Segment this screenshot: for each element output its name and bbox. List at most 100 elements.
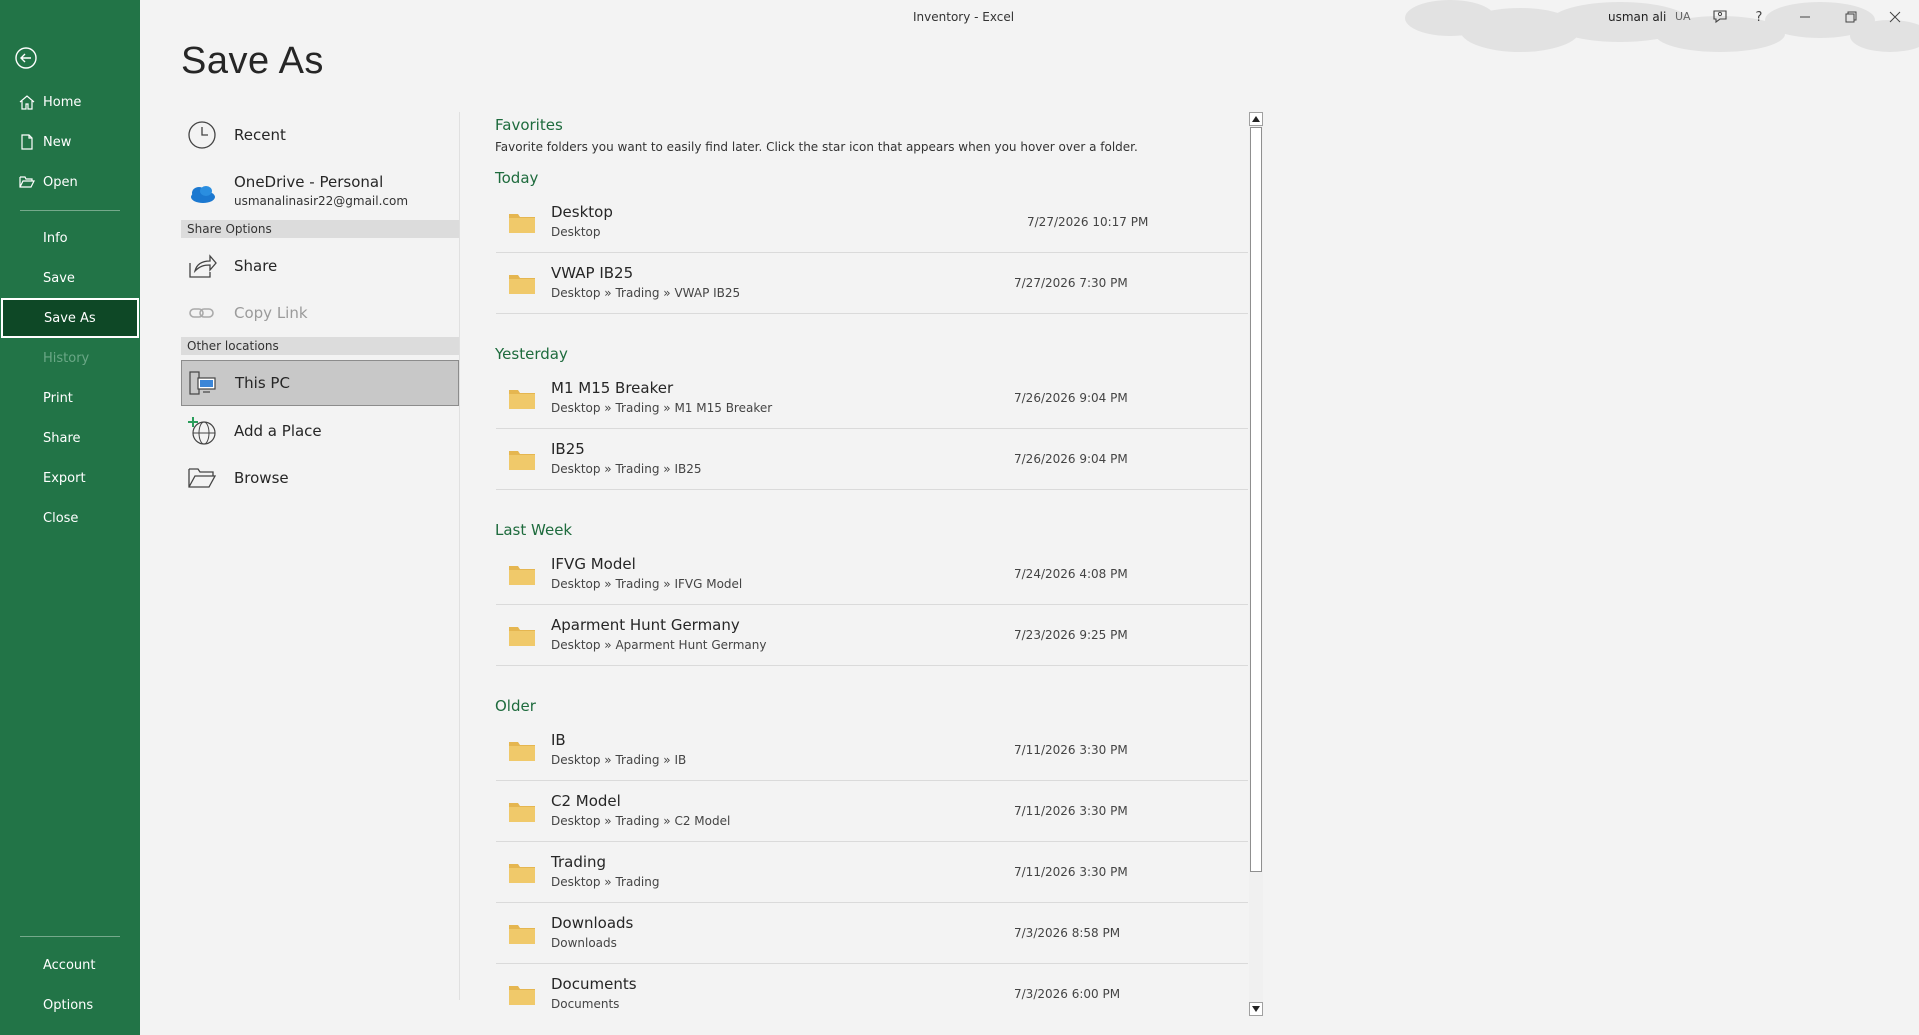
nav-open-label: Open	[43, 174, 78, 190]
folder-icon	[509, 451, 535, 470]
folder-modified-date: 7/11/2026 3:30 PM	[1014, 804, 1128, 818]
nav-close-label: Close	[43, 510, 79, 526]
folder-row[interactable]: Trading Desktop » Trading 7/11/2026 3:30 P…	[496, 842, 1248, 903]
location-add-place[interactable]: Add a Place	[181, 408, 459, 454]
folder-row[interactable]: IB Desktop » Trading » IB 7/11/2026 3:30 P…	[496, 720, 1248, 781]
back-button[interactable]	[14, 46, 40, 72]
folder-modified-date: 7/11/2026 3:30 PM	[1014, 743, 1128, 757]
folder-modified-date: 7/26/2026 9:04 PM	[1014, 391, 1128, 405]
nav-new-label: New	[43, 134, 72, 150]
folder-icon	[509, 566, 535, 585]
folder-path: Desktop » Trading » C2 Model	[551, 814, 731, 828]
restore-button[interactable]	[1840, 6, 1862, 28]
location-recent[interactable]: Recent	[181, 112, 459, 158]
folder-icon	[509, 275, 535, 294]
nav-share[interactable]: Share	[0, 418, 140, 458]
group-header-yesterday: Yesterday	[495, 345, 568, 363]
location-browse[interactable]: Browse	[181, 455, 459, 501]
nav-open[interactable]: Open	[0, 162, 140, 202]
clock-icon	[188, 121, 216, 149]
folder-row[interactable]: C2 Model Desktop » Trading » C2 Model 7/11…	[496, 781, 1248, 842]
nav-save[interactable]: Save	[0, 258, 140, 298]
folder-modified-date: 7/27/2026 10:17 PM	[1027, 215, 1149, 229]
help-icon: ?	[1755, 9, 1763, 25]
window-title: Inventory - Excel	[913, 10, 1015, 24]
minimize-icon	[1800, 16, 1810, 18]
folder-name: Desktop	[551, 203, 613, 221]
pane-divider	[459, 112, 460, 1000]
nav-save-as[interactable]: Save As	[1, 298, 139, 338]
folder-name: M1 M15 Breaker	[551, 379, 674, 397]
folder-icon	[509, 214, 535, 233]
folder-row[interactable]: IB25 Desktop » Trading » IB25 7/26/2026 9:…	[496, 429, 1248, 490]
folder-modified-date: 7/27/2026 7:30 PM	[1014, 276, 1128, 290]
group-header-older: Older	[495, 697, 536, 715]
folder-list: Favorites Favorite folders you want to e…	[494, 112, 1249, 1012]
nav-options[interactable]: Options	[0, 985, 140, 1025]
new-document-icon	[21, 134, 33, 150]
folder-path: Desktop » Trading » IB25	[551, 462, 702, 476]
folder-modified-date: 7/11/2026 3:30 PM	[1014, 865, 1128, 879]
scroll-down-button[interactable]	[1249, 1002, 1263, 1016]
scroll-thumb[interactable]	[1250, 127, 1262, 872]
user-name[interactable]: usman ali	[1608, 10, 1666, 24]
folder-name: Downloads	[551, 914, 634, 932]
location-onedrive[interactable]: OneDrive - Personal usmanalinasir22@gmai…	[181, 168, 459, 218]
nav-export[interactable]: Export	[0, 458, 140, 498]
minimize-button[interactable]	[1794, 6, 1816, 28]
nav-account-label: Account	[43, 957, 96, 973]
help-button[interactable]: ?	[1748, 6, 1770, 28]
nav-divider-bottom	[20, 936, 120, 937]
folder-icon	[509, 803, 535, 822]
folder-icon	[509, 864, 535, 883]
feedback-button[interactable]	[1709, 6, 1731, 28]
nav-home[interactable]: Home	[0, 82, 140, 122]
nav-info-label: Info	[43, 230, 68, 246]
folder-modified-date: 7/24/2026 4:08 PM	[1014, 567, 1128, 581]
nav-print[interactable]: Print	[0, 378, 140, 418]
favorites-header: Favorites	[495, 116, 563, 134]
folder-name: Trading	[551, 853, 607, 871]
location-browse-label: Browse	[234, 469, 289, 487]
nav-options-label: Options	[43, 997, 94, 1013]
user-initials-avatar[interactable]: UA	[1675, 10, 1691, 23]
location-share[interactable]: Share	[181, 243, 459, 289]
folder-modified-date: 7/26/2026 9:04 PM	[1014, 452, 1128, 466]
folder-path: Desktop » Trading » VWAP IB25	[551, 286, 741, 300]
location-recent-label: Recent	[234, 126, 286, 144]
favorites-description: Favorite folders you want to easily find…	[495, 140, 1138, 154]
nav-close[interactable]: Close	[0, 498, 140, 538]
browse-folder-icon	[188, 468, 217, 488]
close-window-button[interactable]	[1884, 6, 1906, 28]
folder-modified-date: 7/3/2026 8:58 PM	[1014, 926, 1121, 940]
folder-row[interactable]: Downloads Downloads 7/3/2026 8:58 PM	[496, 903, 1248, 964]
nav-new[interactable]: New	[0, 122, 140, 162]
folder-path: Desktop » Trading » IFVG Model	[551, 577, 743, 591]
onedrive-title: OneDrive - Personal	[234, 173, 384, 191]
folder-name: VWAP IB25	[551, 264, 634, 282]
feedback-icon	[1713, 10, 1727, 24]
folder-path: Desktop » Trading » M1 M15 Breaker	[551, 401, 773, 415]
group-header-last-week: Last Week	[495, 521, 573, 539]
location-copy-link: Copy Link	[181, 290, 459, 336]
scroll-up-button[interactable]	[1249, 112, 1263, 126]
folder-row[interactable]: Aparment Hunt Germany Desktop » Aparment …	[496, 605, 1248, 666]
nav-account[interactable]: Account	[0, 945, 140, 985]
scrollbar[interactable]	[1249, 112, 1263, 1016]
folder-name: IFVG Model	[551, 555, 636, 573]
folder-row[interactable]: M1 M15 Breaker Desktop » Trading » M1 M15…	[496, 368, 1248, 429]
folder-row[interactable]: IFVG Model Desktop » Trading » IFVG Model…	[496, 544, 1248, 605]
home-icon	[19, 95, 35, 110]
nav-save-label: Save	[43, 270, 75, 286]
folder-icon	[509, 390, 535, 409]
nav-info[interactable]: Info	[0, 218, 140, 258]
folder-row[interactable]: Desktop Desktop 7/27/2026 10:17 PM	[496, 192, 1248, 253]
location-this-pc[interactable]: This PC	[181, 360, 459, 406]
folder-row[interactable]: Documents Documents 7/3/2026 6:00 PM	[496, 964, 1248, 1012]
nav-share-label: Share	[43, 430, 81, 446]
folder-row[interactable]: VWAP IB25 Desktop » Trading » VWAP IB25 7/…	[496, 253, 1248, 314]
other-locations-header: Other locations	[181, 337, 459, 355]
folder-path: Desktop » Trading » IB	[551, 753, 687, 767]
location-this-pc-label: This PC	[235, 374, 290, 392]
onedrive-email: usmanalinasir22@gmail.com	[234, 194, 409, 208]
